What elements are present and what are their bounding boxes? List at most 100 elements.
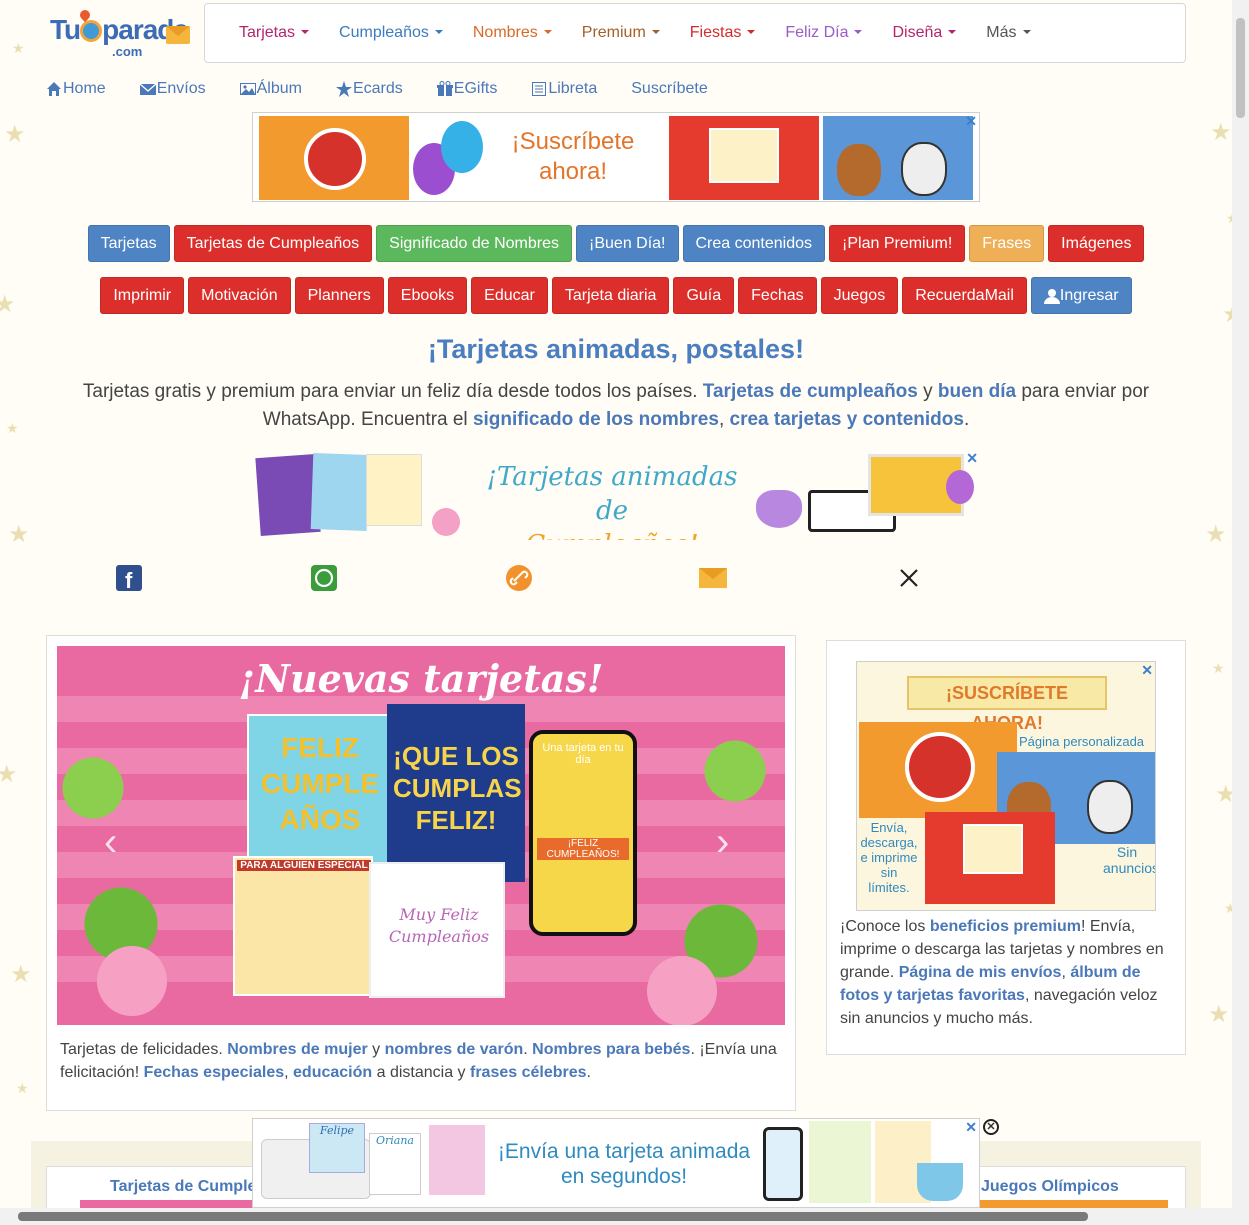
link-female-names[interactable]: Nombres de mujer bbox=[227, 1041, 367, 1058]
category-button-5[interactable]: Tarjeta diaria bbox=[551, 277, 670, 314]
page-title: ¡Tarjetas animadas, postales! bbox=[427, 334, 805, 364]
vertical-scrollbar[interactable] bbox=[1232, 0, 1249, 1208]
category-button-6[interactable]: Frases bbox=[969, 225, 1045, 262]
caret-down-icon bbox=[434, 30, 443, 34]
ad-close-icon[interactable]: ✕ bbox=[966, 450, 978, 467]
category-button-3[interactable]: ¡Buen Día! bbox=[576, 225, 679, 262]
carousel-next-icon[interactable]: › bbox=[716, 820, 729, 865]
subnav-item-4[interactable]: EGifts bbox=[436, 78, 497, 100]
category-button-0[interactable]: Imprimir bbox=[100, 277, 185, 314]
link-create-cards[interactable]: crea tarjetas y contenidos bbox=[730, 409, 964, 430]
flower-icon bbox=[432, 508, 460, 536]
nav-menu-diseña[interactable]: Diseña bbox=[892, 24, 957, 42]
ad-banner-mid[interactable]: ¡Tarjetas animadas de Cumpleaños! ✕ bbox=[252, 450, 980, 540]
subnav-item-6[interactable]: Suscríbete bbox=[631, 78, 707, 100]
site-logo[interactable]: Tu parada .com bbox=[50, 7, 195, 64]
intro-paragraph: Tarjetas gratis y premium para enviar un… bbox=[82, 381, 1150, 430]
category-button-3[interactable]: Ebooks bbox=[387, 277, 468, 314]
link-famous-quotes[interactable]: frases célebres bbox=[470, 1064, 587, 1081]
ad-image-name-card: Oriana bbox=[369, 1133, 421, 1195]
picture-icon bbox=[239, 81, 256, 97]
category-button-4[interactable]: Crea contenidos bbox=[682, 225, 826, 262]
nav-menu-cumpleaños[interactable]: Cumpleaños bbox=[339, 24, 443, 42]
star-icon bbox=[335, 81, 352, 97]
link-special-dates[interactable]: Fechas especiales bbox=[144, 1064, 285, 1081]
nav-menu-tarjetas[interactable]: Tarjetas bbox=[239, 24, 310, 42]
ad-image-card bbox=[669, 116, 819, 200]
category-button-10[interactable]: Ingresar bbox=[1030, 277, 1132, 314]
home-icon bbox=[46, 81, 62, 97]
ad-image-cards-stack bbox=[366, 454, 422, 526]
ad-headline: ¡Envía una tarjeta animada en segundos! bbox=[497, 1140, 751, 1188]
subnav-item-0[interactable]: Home bbox=[46, 78, 106, 100]
ad-close-icon[interactable]: ✕ bbox=[965, 113, 977, 130]
ad-image-dogs bbox=[823, 116, 973, 200]
caret-down-icon bbox=[301, 30, 310, 34]
ad-image-name-card: Felipe bbox=[309, 1123, 365, 1173]
envelope-icon bbox=[139, 81, 157, 97]
category-button-6[interactable]: Guía bbox=[673, 277, 735, 314]
category-button-1[interactable]: Tarjetas de Cumpleaños bbox=[173, 225, 373, 262]
carousel-prev-icon[interactable]: ‹ bbox=[104, 820, 117, 865]
sub-nav: Home Envíos Álbum Ecards EGifts Libreta Suscrí… bbox=[46, 78, 742, 100]
nav-menu-feliz-día[interactable]: Feliz Día bbox=[785, 24, 863, 42]
nav-menu-más[interactable]: Más bbox=[986, 24, 1031, 42]
category-button-4[interactable]: Educar bbox=[471, 277, 548, 314]
featured-caption: Tarjetas de felicidades. Nombres de muje… bbox=[60, 1041, 777, 1081]
facebook-share-button[interactable]: f bbox=[115, 564, 143, 592]
main-nav: Tarjetas Cumpleaños Nombres Premium Fiestas F… bbox=[204, 3, 1186, 63]
link-my-sends[interactable]: Página de mis envíos bbox=[899, 964, 1062, 981]
link-premium-benefits[interactable]: beneficios premium bbox=[930, 918, 1081, 935]
bottom-link-olympics[interactable]: Juegos Olímpicos bbox=[981, 1178, 1119, 1196]
nav-menu-nombres[interactable]: Nombres bbox=[473, 24, 552, 42]
category-buttons-row-2: Imprimir Motivación Planners Ebooks Educar Ta… bbox=[0, 277, 1232, 314]
email-share-button[interactable] bbox=[699, 564, 727, 592]
copy-link-button[interactable] bbox=[505, 564, 533, 592]
flower-icon bbox=[97, 946, 167, 1016]
link-name-meanings[interactable]: significado de los nombres bbox=[473, 409, 719, 430]
category-button-8[interactable]: Juegos bbox=[820, 277, 899, 314]
new-cards-carousel[interactable]: ¡Nuevas tarjetas! FELIZ CUMPLE AÑOS ¡QUE… bbox=[57, 646, 785, 1025]
link-birthday-cards[interactable]: Tarjetas de cumpleaños bbox=[703, 381, 918, 402]
notebook-icon bbox=[531, 81, 547, 97]
ad-side-subscribe[interactable]: ¡SUSCRÍBETE AHORA! Página personalizada … bbox=[856, 661, 1156, 911]
category-button-7[interactable]: Imágenes bbox=[1048, 225, 1145, 262]
link-male-names[interactable]: nombres de varón bbox=[385, 1041, 524, 1058]
subnav-item-3[interactable]: Ecards bbox=[335, 78, 403, 100]
category-button-1[interactable]: Motivación bbox=[188, 277, 291, 314]
bottom-link-birthday[interactable]: Tarjetas de Cumple bbox=[110, 1178, 256, 1196]
nav-menu-premium[interactable]: Premium bbox=[582, 24, 660, 42]
card-para-alguien-especial: PARA ALGUIEN ESPECIAL bbox=[233, 856, 373, 996]
subnav-item-5[interactable]: Libreta bbox=[531, 78, 597, 100]
whatsapp-share-button[interactable] bbox=[310, 564, 338, 592]
caret-down-icon bbox=[854, 30, 863, 34]
category-button-0[interactable]: Tarjetas bbox=[87, 225, 170, 262]
category-button-9[interactable]: RecuerdaMail bbox=[902, 277, 1027, 314]
carousel-title: ¡Nuevas tarjetas! bbox=[238, 656, 604, 701]
category-button-2[interactable]: Planners bbox=[294, 277, 384, 314]
horizontal-scrollbar[interactable] bbox=[0, 1208, 1249, 1225]
card-muy-feliz-cumpleanos: Muy Feliz Cumpleaños bbox=[369, 862, 505, 998]
nav-menu-fiestas[interactable]: Fiestas bbox=[690, 24, 756, 42]
category-button-5[interactable]: ¡Plan Premium! bbox=[829, 225, 966, 262]
email-icon bbox=[699, 568, 727, 588]
ad-banner-bottom[interactable]: Felipe Oriana ¡Envía una tarjeta animada… bbox=[252, 1118, 980, 1208]
flower-icon bbox=[647, 956, 717, 1025]
ad-close-icon[interactable]: ✕ bbox=[965, 1119, 977, 1136]
x-share-button[interactable] bbox=[895, 564, 923, 592]
ad-close-icon[interactable]: ✕ bbox=[1141, 662, 1153, 679]
link-baby-names[interactable]: Nombres para bebés bbox=[532, 1041, 690, 1058]
ad-image-card bbox=[809, 1121, 871, 1203]
ad-banner-top[interactable]: ¡Suscríbete ahora! ✕ bbox=[252, 112, 980, 202]
subnav-item-1[interactable]: Envíos bbox=[139, 78, 206, 100]
ad-image-cake-card bbox=[859, 722, 1017, 818]
close-ad-icon[interactable]: ✕ bbox=[983, 1119, 999, 1135]
category-button-7[interactable]: Fechas bbox=[738, 277, 817, 314]
ad-image-cards-stack bbox=[310, 453, 370, 531]
balloon-icon bbox=[441, 121, 483, 173]
subnav-item-2[interactable]: Álbum bbox=[239, 78, 302, 100]
link-good-morning[interactable]: buen día bbox=[938, 381, 1016, 402]
category-button-2[interactable]: Significado de Nombres bbox=[376, 225, 573, 262]
link-education[interactable]: educación bbox=[293, 1064, 372, 1081]
category-buttons-row-1: Tarjetas Tarjetas de Cumpleaños Significad… bbox=[0, 225, 1232, 262]
